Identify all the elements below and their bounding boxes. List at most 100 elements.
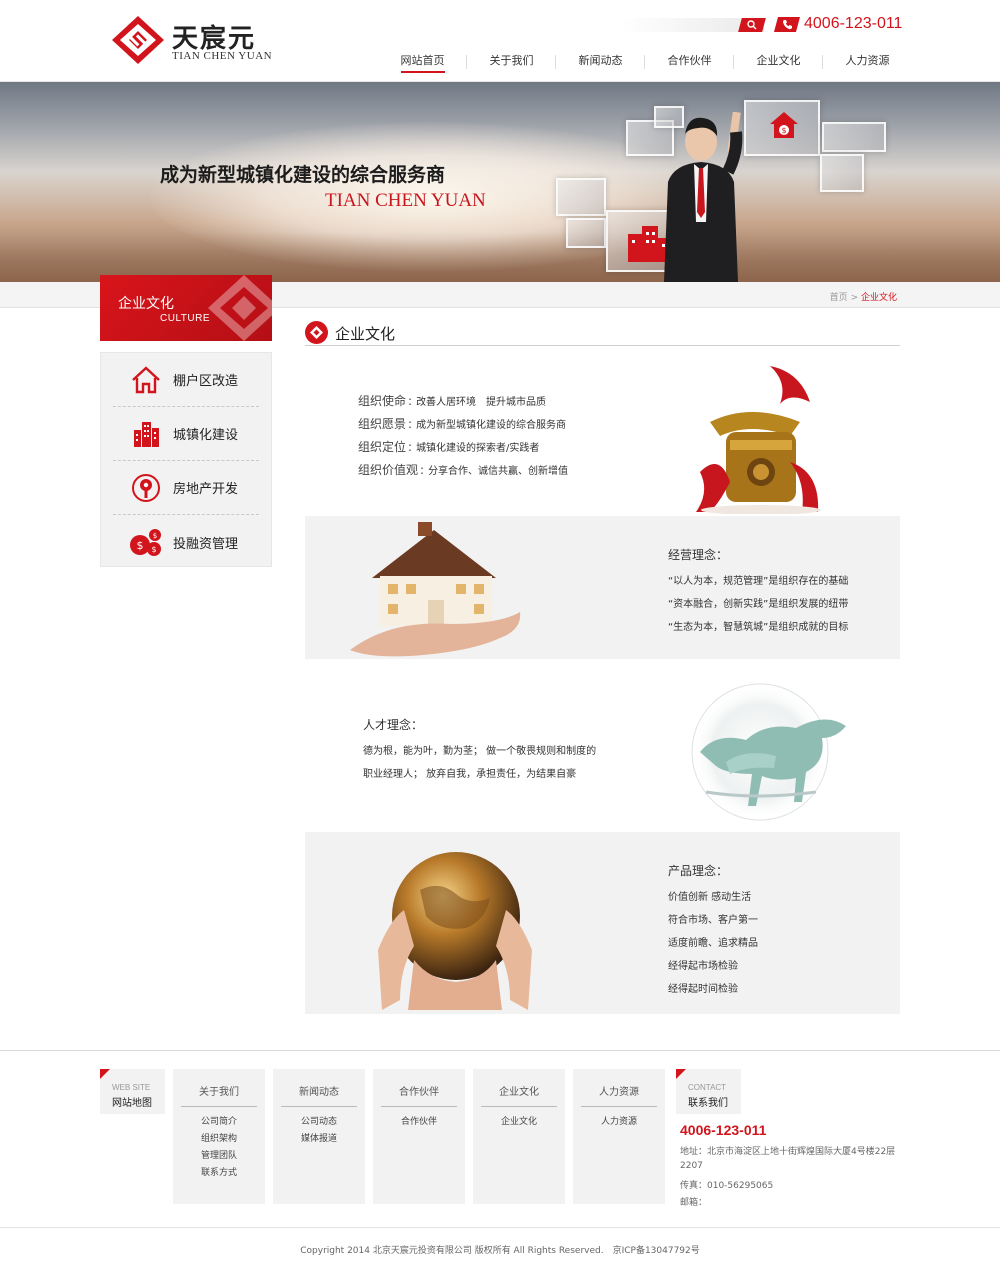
hero-banner: $ 成为新型城镇化建设的综合服务商 TIAN CHEN YUAN [0,82,1000,282]
businessman-image [664,112,743,282]
footer-col-hr: 人力资源 人力资源 [573,1069,665,1204]
product-line: 适度前瞻、追求精品 [668,938,758,949]
nav-hr[interactable]: 人力资源 [823,54,912,74]
nav-label: 新闻动态 [578,54,623,67]
search-input[interactable] [622,18,740,32]
floating-screen-image [820,154,864,192]
org-label: 组织使命 [358,394,407,408]
sitemap-label-en: WEB SITE [112,1083,151,1092]
footer-col-title[interactable]: 合作伙伴 [381,1083,457,1107]
business-line: “资本融合，创新实践”是组织发展的纽带 [668,599,849,610]
footer-link[interactable]: 组织架构 [173,1131,265,1144]
main-nav: 网站首页 关于我们 新闻动态 合作伙伴 企业文化 人力资源 [378,54,912,74]
org-vision: 组织愿景: 成为新型城镇化建设的综合服务商 [358,417,567,431]
org-position: 组织定位: 城镇化建设的探索者/实践者 [358,440,540,454]
nav-label: 合作伙伴 [667,54,712,67]
nav-culture[interactable]: 企业文化 [734,54,823,74]
talent-line: 德为根，能为叶，勤为茎； 做一个敬畏规则和制度的 [363,746,597,757]
page-title: 企业文化 [335,325,396,343]
footer-link[interactable]: 公司动态 [273,1114,365,1127]
contact-label-cn: 联系我们 [688,1098,728,1109]
org-values: 组织价值观: 分享合作、诚信共赢、创新增值 [358,463,569,477]
svg-text:$: $ [137,539,144,552]
breadcrumb-home[interactable]: 首页 [830,293,848,303]
org-value: 城镇化建设的探索者/实践者 [416,443,540,454]
search-button[interactable] [738,18,766,32]
footer-link[interactable]: 媒体报道 [273,1131,365,1144]
footer-link[interactable]: 联系方式 [173,1165,265,1178]
footer-col-about: 关于我们 公司简介 组织架构 管理团队 联系方式 [173,1069,265,1204]
org-label: 组织愿景 [358,417,407,431]
location-pin-icon [127,471,165,505]
footer-link[interactable]: 人力资源 [573,1114,665,1127]
footer-col-title[interactable]: 新闻动态 [281,1083,357,1107]
breadcrumb: 首页 > 企业文化 [830,290,897,303]
sidebar-item-urbanization[interactable]: 城镇化建设 [113,407,259,461]
footer-col-title[interactable]: 企业文化 [481,1083,557,1107]
logo-mark-icon [112,16,164,64]
header-phone: 4006-123-011 [804,15,903,32]
breadcrumb-current: 企业文化 [860,293,897,303]
logo[interactable]: 天宸元 TIAN CHEN YUAN [112,16,282,66]
footer-email: 邮箱： [680,1198,708,1208]
sidebar-item-realestate[interactable]: 房地产开发 [113,461,259,515]
logo-text-en: TIAN CHEN YUAN [172,50,273,62]
footer-col-partners: 合作伙伴 合作伙伴 [373,1069,465,1204]
svg-text:$: $ [153,532,157,540]
nav-news[interactable]: 新闻动态 [556,54,645,74]
sidebar-menu: 棚户区改造 城镇化建设 房地产开发 $ $ $ 投融资管理 [100,352,272,567]
org-value: 分享合作、诚信共赢、创新增值 [428,466,569,477]
breadcrumb-separator: > [850,293,859,303]
footer-link[interactable]: 企业文化 [473,1114,565,1127]
footer-col-title[interactable]: 人力资源 [581,1083,657,1107]
floating-screen-image [556,178,606,216]
nav-about[interactable]: 关于我们 [467,54,556,74]
sidebar-item-label: 棚户区改造 [173,374,239,389]
buildings-icon [127,417,165,451]
org-value: 成为新型城镇化建设的综合服务商 [416,420,567,431]
sidebar-header: 企业文化 CULTURE [100,275,272,341]
site-header: 天宸元 TIAN CHEN YUAN 4006-123-011 网站首页 关于我… [0,0,1000,82]
sidebar-item-investment[interactable]: $ $ $ 投融资管理 [113,515,259,569]
house-icon [127,363,165,397]
footer-col-title[interactable]: 关于我们 [181,1083,257,1107]
coins-icon: $ $ $ [127,525,165,559]
footer-bottom-divider [0,1227,1000,1228]
product-line: 经得起市场检验 [668,961,738,972]
copyright: Copyright 2014 北京天宸元投资有限公司 版权所有 All Righ… [300,1246,700,1256]
search-icon [747,20,757,30]
business-title: 经营理念： [668,548,729,562]
sidebar-title-cn: 企业文化 [118,296,174,312]
nav-partners[interactable]: 合作伙伴 [645,54,734,74]
footer-phone: 4006-123-011 [680,1122,767,1138]
floating-screen-image [566,218,606,248]
talent-line: 职业经理人； 放弃自我，承担责任，为结果自豪 [363,769,577,780]
bronze-vessel-image [696,366,821,514]
sitemap-label: WEB SITE 网站地图 [100,1069,165,1114]
footer-col-culture: 企业文化 企业文化 [473,1069,565,1204]
horses-image [691,683,846,821]
sidebar-item-shantytown[interactable]: 棚户区改造 [113,353,259,407]
house-in-hand-image [350,522,521,657]
footer-fax: 传真：010-56295065 [680,1181,774,1191]
product-line: 价值创新 感动生活 [668,892,752,903]
floating-screen-image [822,122,886,152]
footer-link[interactable]: 合作伙伴 [373,1114,465,1127]
contact-label: CONTACT 联系我们 [676,1069,741,1114]
contact-label-en: CONTACT [688,1083,727,1092]
sitemap-label-cn: 网站地图 [112,1098,152,1109]
footer-divider [0,1050,1000,1051]
section-header: 企业文化 [305,320,900,346]
floating-screen-image: $ [744,100,820,156]
red-corner-mark [676,1069,686,1079]
product-title: 产品理念： [668,864,729,878]
nav-label: 人力资源 [845,54,890,67]
footer-address: 地址：北京市海淀区上地十街辉煌国际大厦4号楼22层 [680,1147,896,1157]
logo-badge-icon [305,321,328,344]
svg-text:$: $ [151,545,156,554]
footer-address-cont: 2207 [680,1161,703,1171]
footer-link[interactable]: 公司简介 [173,1114,265,1127]
nav-home[interactable]: 网站首页 [378,54,467,74]
talent-title: 人才理念： [363,718,424,732]
footer-link[interactable]: 管理团队 [173,1148,265,1161]
